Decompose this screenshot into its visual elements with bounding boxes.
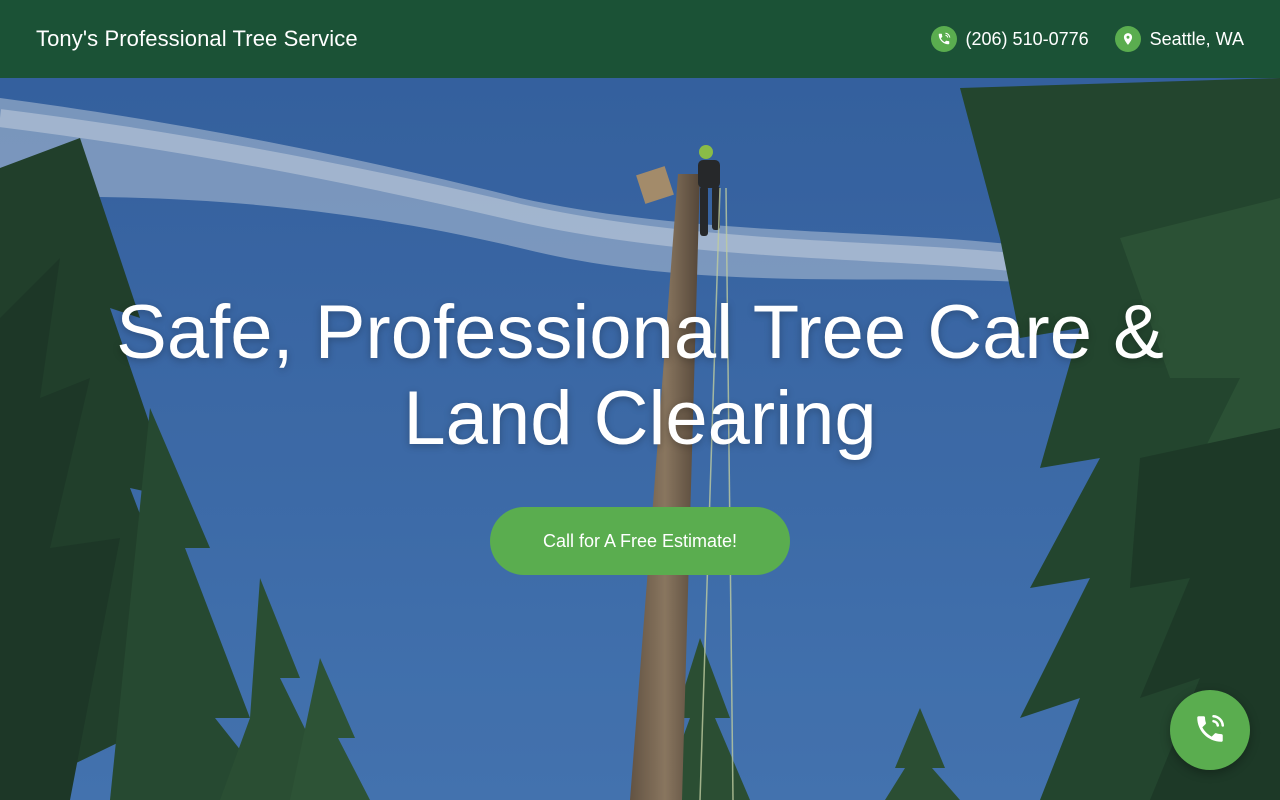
- phone-icon: [930, 26, 957, 52]
- header-contacts: (206) 510-0776 Seattle, WA: [930, 26, 1244, 52]
- header-location-text: Seattle, WA: [1149, 28, 1244, 49]
- hero-headline-line-1: Safe, Professional Tree Care &: [116, 290, 1164, 375]
- header-phone-text: (206) 510-0776: [965, 28, 1089, 49]
- map-pin-icon: [1114, 26, 1141, 52]
- header-location: Seattle, WA: [1114, 26, 1244, 52]
- floating-call-button[interactable]: [1170, 690, 1250, 770]
- hero-section: Safe, Professional Tree Care & Land Clea…: [0, 78, 1280, 800]
- site-title[interactable]: Tony's Professional Tree Service: [36, 26, 358, 52]
- header-phone-link[interactable]: (206) 510-0776: [930, 26, 1089, 52]
- hero-headline-line-2: Land Clearing: [403, 376, 877, 461]
- phone-ringing-icon: [1193, 712, 1227, 749]
- site-header: Tony's Professional Tree Service (206) 5…: [0, 0, 1280, 78]
- free-estimate-button[interactable]: Call for A Free Estimate!: [490, 507, 790, 575]
- hero-headline: Safe, Professional Tree Care & Land Clea…: [0, 290, 1280, 462]
